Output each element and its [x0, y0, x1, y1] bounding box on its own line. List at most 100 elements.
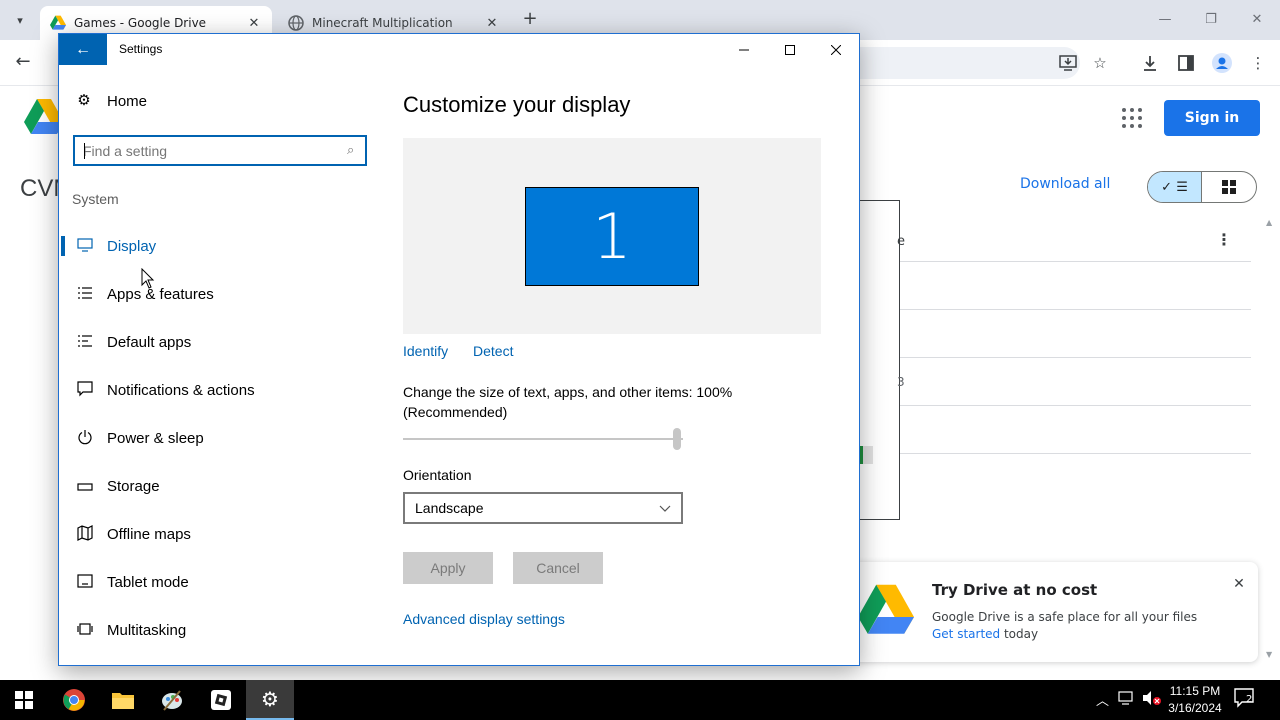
- windows-logo-icon: [15, 691, 33, 709]
- install-app-icon[interactable]: [1056, 51, 1080, 75]
- sign-in-button[interactable]: Sign in: [1164, 100, 1260, 136]
- scroll-up-arrow-icon[interactable]: ▲: [1266, 218, 1272, 227]
- list-view-button[interactable]: ✓ ☰: [1148, 172, 1203, 202]
- table-row-divider: [900, 453, 1251, 454]
- list-icon: ☰: [1176, 179, 1188, 195]
- more-options-icon[interactable]: ⋮: [1214, 230, 1234, 250]
- scale-label: Change the size of text, apps, and other…: [403, 384, 733, 420]
- detect-link[interactable]: Detect: [473, 343, 513, 359]
- apply-button[interactable]: Apply: [403, 552, 493, 584]
- browser-restore-button[interactable]: ❐: [1188, 6, 1234, 34]
- sidebar-item-multitasking[interactable]: Multitasking: [59, 608, 389, 652]
- nav-home[interactable]: ⚙ Home: [75, 92, 147, 110]
- close-tab-icon[interactable]: ✕: [246, 16, 262, 31]
- settings-title-bar: ← Settings: [59, 34, 859, 65]
- sidebar-item-power-sleep[interactable]: Power & sleep: [59, 416, 389, 460]
- google-drive-favicon-icon: [50, 15, 66, 30]
- map-icon: [75, 524, 95, 544]
- storage-icon: [75, 478, 95, 494]
- sidebar-item-label: Apps & features: [107, 285, 214, 303]
- search-input[interactable]: [83, 141, 333, 160]
- roblox-icon: [211, 690, 231, 710]
- start-button[interactable]: [0, 680, 48, 720]
- taskbar-file-explorer[interactable]: [99, 680, 147, 720]
- monitor-1-tile[interactable]: 1: [525, 187, 699, 286]
- tab-title: Minecraft Multiplication: [312, 16, 453, 30]
- chevron-down-icon: [659, 502, 671, 516]
- browser-close-button[interactable]: ✕: [1234, 6, 1280, 34]
- cancel-button[interactable]: Cancel: [513, 552, 603, 584]
- chrome-menu-icon[interactable]: ⋮: [1246, 51, 1270, 75]
- selection-indicator: [61, 236, 65, 256]
- show-hidden-icons-chevron-icon[interactable]: ︿: [1096, 690, 1109, 709]
- volume-muted-icon[interactable]: [1142, 690, 1162, 710]
- folder-icon: [112, 693, 134, 709]
- sidebar-item-storage[interactable]: Storage: [59, 464, 389, 508]
- close-icon: [831, 44, 841, 55]
- sidebar-item-display[interactable]: Display: [59, 224, 389, 268]
- new-tab-button[interactable]: +: [518, 10, 542, 30]
- close-button[interactable]: [813, 34, 859, 65]
- chevron-down-icon: ▾: [17, 13, 23, 27]
- chrome-icon: [63, 689, 85, 711]
- table-row-divider: [900, 261, 1251, 262]
- minimize-button[interactable]: [721, 34, 767, 65]
- settings-window: ← Settings ⚙ Home ⌕ System Display Apps: [58, 33, 860, 666]
- sidebar-item-tablet-mode[interactable]: Tablet mode: [59, 560, 389, 604]
- table-row-divider: [900, 309, 1251, 310]
- downloads-icon[interactable]: [1138, 51, 1162, 75]
- promo-cta-line: Get started today: [932, 627, 1038, 641]
- notification-count: 2: [1246, 694, 1253, 705]
- system-clock[interactable]: 11:15 PM 3/16/2024: [1160, 683, 1230, 717]
- scroll-down-arrow-icon[interactable]: ▼: [1266, 650, 1272, 659]
- slider-thumb[interactable]: [673, 428, 681, 450]
- find-setting-search-box[interactable]: ⌕: [73, 135, 367, 166]
- grid-icon: [1222, 180, 1236, 194]
- download-all-link[interactable]: Download all: [1020, 176, 1110, 192]
- sidebar-item-label: Notifications & actions: [107, 381, 255, 399]
- identify-link[interactable]: Identify: [403, 343, 448, 359]
- list-icon: [75, 286, 95, 303]
- tab-title: Games - Google Drive: [74, 16, 207, 30]
- tab-search-button[interactable]: ▾: [8, 8, 32, 32]
- sidebar-item-notifications[interactable]: Notifications & actions: [59, 368, 389, 412]
- try-drive-promo-card: Try Drive at no cost Google Drive is a s…: [844, 562, 1258, 662]
- taskbar-roblox[interactable]: [197, 680, 245, 720]
- bookmark-star-icon[interactable]: ☆: [1088, 51, 1112, 75]
- orientation-select[interactable]: Landscape: [403, 492, 683, 524]
- close-tab-icon[interactable]: ✕: [484, 16, 500, 31]
- taskbar-settings[interactable]: ⚙: [246, 680, 294, 720]
- action-center-button[interactable]: 2: [1234, 688, 1260, 712]
- side-panel-icon[interactable]: [1174, 51, 1198, 75]
- table-cell-fragment: 3: [897, 375, 905, 389]
- maximize-button[interactable]: [767, 34, 813, 65]
- maximize-icon: [785, 44, 795, 55]
- settings-back-button[interactable]: ←: [59, 34, 107, 65]
- network-icon[interactable]: [1118, 690, 1136, 710]
- grid-view-button[interactable]: [1202, 172, 1256, 202]
- close-promo-icon[interactable]: ✕: [1229, 574, 1249, 594]
- checkmark-icon: ✓: [1161, 179, 1173, 195]
- browser-minimize-button[interactable]: —: [1142, 6, 1188, 34]
- search-icon[interactable]: ⌕: [347, 142, 354, 158]
- google-apps-grid-icon[interactable]: [1122, 108, 1142, 128]
- nav-home-label: Home: [107, 92, 148, 110]
- sidebar-item-apps-features[interactable]: Apps & features: [59, 272, 389, 316]
- profile-avatar-icon[interactable]: [1210, 51, 1234, 75]
- sidebar-item-default-apps[interactable]: Default apps: [59, 320, 389, 364]
- taskbar-paint-app[interactable]: [148, 680, 196, 720]
- multitasking-icon: [75, 622, 95, 638]
- file-preview-panel-edge: [860, 200, 900, 520]
- advanced-display-settings-link[interactable]: Advanced display settings: [403, 611, 565, 627]
- sidebar-item-offline-maps[interactable]: Offline maps: [59, 512, 389, 556]
- gear-icon: ⚙: [77, 92, 91, 109]
- table-row-divider: [900, 357, 1251, 358]
- power-icon: [75, 429, 95, 448]
- gear-icon: ⚙: [261, 687, 279, 711]
- back-arrow-icon: ←: [75, 40, 91, 58]
- table-row-divider: [900, 405, 1251, 406]
- scale-slider[interactable]: [403, 428, 683, 452]
- get-started-link[interactable]: Get started: [932, 627, 1000, 641]
- back-arrow-icon[interactable]: ←: [10, 50, 36, 76]
- taskbar-chrome[interactable]: [50, 680, 98, 720]
